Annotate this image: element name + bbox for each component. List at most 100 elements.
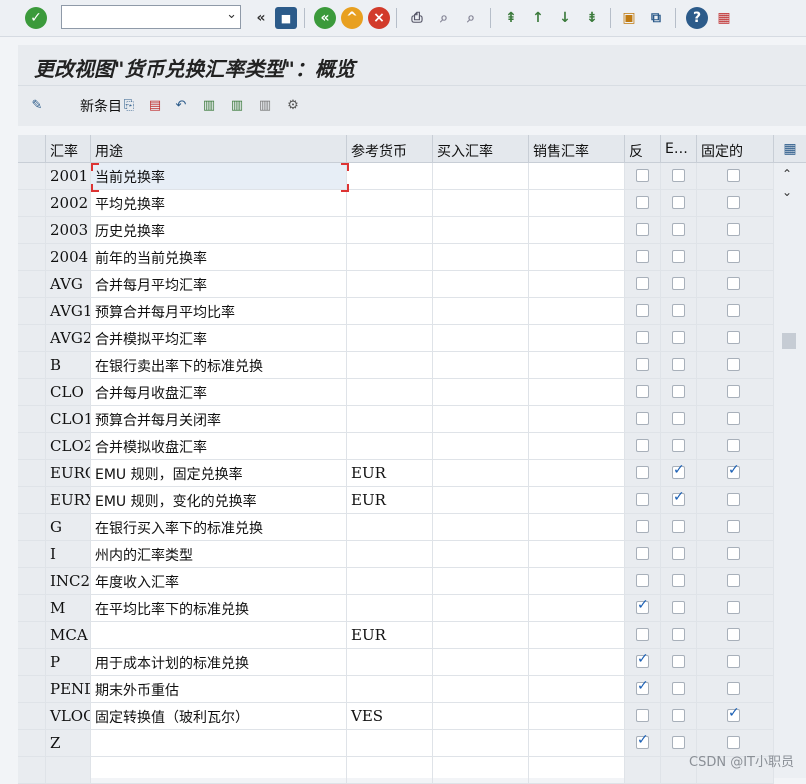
usage-input[interactable]: 合并每月平均汇率 (91, 271, 347, 298)
emu-checkbox[interactable] (672, 331, 685, 344)
chevron-up-icon[interactable]: ⌃ (782, 167, 792, 181)
sell-rate-input[interactable] (529, 352, 625, 379)
usage-input[interactable]: 平均兑换率 (91, 190, 347, 217)
inverse-checkbox[interactable] (636, 466, 649, 479)
inverse-checkbox[interactable] (636, 651, 649, 668)
inverse-checkbox[interactable] (636, 547, 649, 560)
collapse-icon[interactable]: « (250, 7, 272, 29)
inverse-checkbox[interactable] (636, 223, 649, 236)
last-page-icon[interactable]: ⇟ (581, 7, 603, 29)
table-row[interactable]: AVG 合并每月平均汇率 (18, 271, 774, 298)
table-row[interactable]: Z (18, 730, 774, 757)
layout-icon[interactable]: ▦ (713, 7, 735, 29)
select-block-icon[interactable]: ▥ (228, 96, 246, 114)
emu-checkbox[interactable] (672, 439, 685, 452)
emu-checkbox[interactable] (672, 304, 685, 317)
copy-icon[interactable]: ⎘ (120, 96, 138, 114)
column-header-usage[interactable]: 用途 (91, 135, 347, 163)
fixed-checkbox[interactable] (727, 439, 740, 452)
ref-currency-input[interactable] (347, 271, 433, 298)
sell-rate-input[interactable] (529, 703, 625, 730)
undo-icon[interactable]: ↶ (172, 96, 190, 114)
inverse-checkbox[interactable] (636, 250, 649, 263)
table-row[interactable]: CLO 合并每月收盘汇率 (18, 379, 774, 406)
buy-rate-input[interactable] (433, 460, 529, 487)
ref-currency-input[interactable]: EUR (347, 460, 433, 487)
usage-input[interactable]: 当前兑换率 (91, 163, 347, 190)
fixed-checkbox[interactable] (727, 601, 740, 614)
row-selector[interactable] (18, 622, 46, 649)
fixed-checkbox[interactable] (727, 736, 740, 749)
inverse-checkbox[interactable] (636, 358, 649, 371)
find-next-icon[interactable]: ⌕ (460, 7, 482, 29)
shortcut-icon[interactable]: ⧉ (645, 7, 667, 29)
row-selector[interactable] (18, 379, 46, 406)
buy-rate-input[interactable] (433, 244, 529, 271)
fixed-checkbox[interactable] (727, 250, 740, 263)
usage-input[interactable]: 固定转换值（玻利瓦尔） (91, 703, 347, 730)
table-row[interactable]: 2003 历史兑换率 (18, 217, 774, 244)
ref-currency-input[interactable] (347, 325, 433, 352)
usage-input[interactable] (91, 622, 347, 649)
emu-checkbox[interactable] (672, 709, 685, 722)
emu-checkbox[interactable] (672, 489, 685, 506)
table-settings-button[interactable]: ▦ (774, 135, 806, 163)
fixed-checkbox[interactable] (727, 655, 740, 668)
sell-rate-input[interactable] (529, 379, 625, 406)
cancel-icon[interactable]: × (368, 7, 390, 29)
emu-checkbox[interactable] (672, 358, 685, 371)
usage-input[interactable]: 用于成本计划的标准兑换 (91, 649, 347, 676)
table-row[interactable]: 2002 平均兑换率 (18, 190, 774, 217)
usage-input[interactable]: 合并每月收盘汇率 (91, 379, 347, 406)
buy-rate-input[interactable] (433, 676, 529, 703)
row-selector[interactable] (18, 649, 46, 676)
usage-input[interactable]: 在平均比率下的标准兑换 (91, 595, 347, 622)
inverse-checkbox[interactable] (636, 597, 649, 614)
table-row[interactable]: EUROEMU 规则，固定兑换率EUR (18, 460, 774, 487)
inverse-checkbox[interactable] (636, 732, 649, 749)
table-row[interactable]: MCA EUR (18, 622, 774, 649)
ref-currency-input[interactable] (347, 163, 433, 190)
row-selector-header[interactable] (18, 135, 46, 163)
sell-rate-input[interactable] (529, 568, 625, 595)
usage-input[interactable]: 在银行卖出率下的标准兑换 (91, 352, 347, 379)
buy-rate-input[interactable] (433, 487, 529, 514)
fixed-checkbox[interactable] (727, 493, 740, 506)
usage-input[interactable]: EMU 规则，变化的兑换率 (91, 487, 347, 514)
row-selector[interactable] (18, 298, 46, 325)
row-selector[interactable] (18, 352, 46, 379)
sell-rate-input[interactable] (529, 190, 625, 217)
usage-input[interactable]: 历史兑换率 (91, 217, 347, 244)
table-row[interactable]: B 在银行卖出率下的标准兑换 (18, 352, 774, 379)
sell-rate-input[interactable] (529, 595, 625, 622)
emu-checkbox[interactable] (672, 574, 685, 587)
enter-icon[interactable]: ✓ (25, 7, 47, 29)
ref-currency-input[interactable]: EUR (347, 487, 433, 514)
ref-currency-input[interactable] (347, 730, 433, 757)
ref-currency-input[interactable] (347, 595, 433, 622)
row-selector[interactable] (18, 676, 46, 703)
row-selector[interactable] (18, 190, 46, 217)
usage-input[interactable]: 期末外币重估 (91, 676, 347, 703)
table-row[interactable]: G 在银行买入率下的标准兑换 (18, 514, 774, 541)
row-selector[interactable] (18, 541, 46, 568)
buy-rate-input[interactable] (433, 406, 529, 433)
row-selector[interactable] (18, 568, 46, 595)
emu-checkbox[interactable] (672, 601, 685, 614)
ref-currency-input[interactable] (347, 379, 433, 406)
ref-currency-input[interactable]: EUR (347, 622, 433, 649)
inverse-checkbox[interactable] (636, 439, 649, 452)
emu-checkbox[interactable] (672, 412, 685, 425)
column-header-buy-rate[interactable]: 买入汇率 (433, 135, 529, 163)
column-header-inverse[interactable]: 反 (625, 135, 661, 163)
emu-checkbox[interactable] (672, 169, 685, 182)
table-row[interactable]: AVG1 预算合并每月平均比率 (18, 298, 774, 325)
table-row[interactable]: 2004 前年的当前兑换率 (18, 244, 774, 271)
emu-checkbox[interactable] (672, 655, 685, 668)
row-selector[interactable] (18, 325, 46, 352)
row-selector[interactable] (18, 595, 46, 622)
new-entries-button[interactable]: 新条目 (80, 96, 122, 116)
usage-input[interactable]: 预算合并每月平均比率 (91, 298, 347, 325)
table-row[interactable]: EURXEMU 规则，变化的兑换率EUR (18, 487, 774, 514)
row-selector[interactable] (18, 460, 46, 487)
